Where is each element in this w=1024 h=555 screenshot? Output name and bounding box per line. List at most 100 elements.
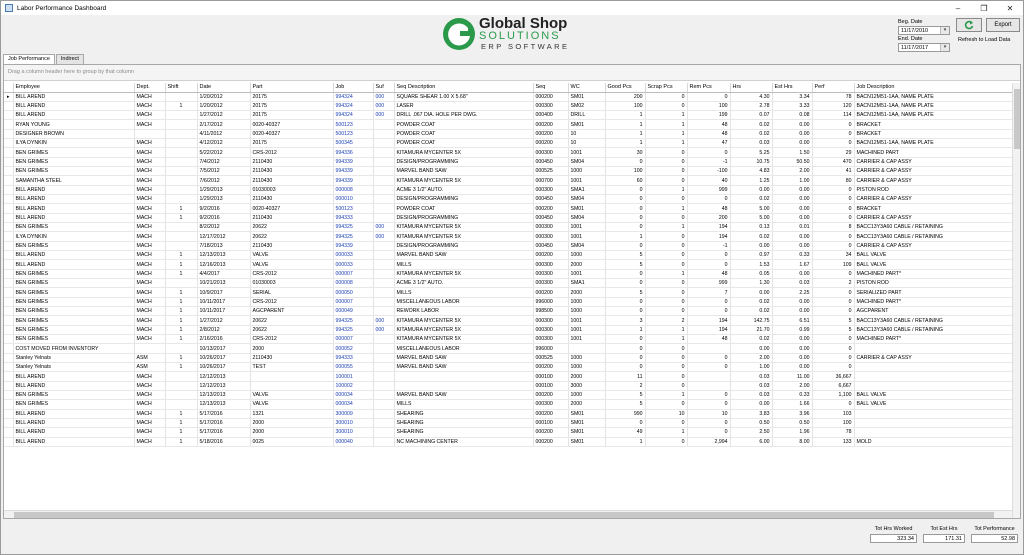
cell-dept[interactable]: MACH [134, 138, 166, 149]
cell-wc[interactable]: SM04 [568, 213, 606, 224]
column-header-employee[interactable]: Employee [13, 83, 135, 93]
cell-seq-description[interactable]: DESIGN/PROGRAMMING [394, 157, 534, 168]
cell-date[interactable]: 12/13/2013 [197, 390, 251, 401]
cell-dept[interactable]: MACH [134, 278, 166, 289]
cell-employee[interactable]: BEN GRIMES [13, 297, 135, 308]
cell-part[interactable]: 0020-40327 [250, 129, 334, 140]
cell-seq[interactable]: 000200 [533, 287, 569, 298]
cell-shift[interactable]: 1 [165, 250, 198, 261]
cell-employee[interactable]: BILL AREND [13, 92, 135, 102]
cell-job[interactable]: 000007 [333, 269, 374, 280]
cell-perf[interactable]: 103 [812, 409, 855, 420]
cell-seq-description[interactable]: KITAMURA MYCENTER 5X [394, 315, 534, 326]
cell-scrap-pcs[interactable]: 0 [645, 92, 688, 102]
cell-perf[interactable]: 0 [812, 334, 855, 345]
cell-date[interactable]: 12/16/2013 [197, 259, 251, 270]
cell-good-pcs[interactable]: 0 [605, 362, 646, 373]
cell-wc[interactable]: SM02 [568, 101, 606, 112]
cell-employee[interactable]: BILL AREND [13, 101, 135, 112]
cell-part[interactable]: VALVE [250, 399, 334, 410]
cell-job-description[interactable]: BRACKET [854, 129, 1013, 140]
cell-part[interactable]: 2110430 [250, 241, 334, 252]
cell-dept[interactable] [134, 343, 166, 354]
cell-dept[interactable]: MACH [134, 269, 166, 280]
cell-scrap-pcs[interactable]: 0 [645, 418, 688, 429]
cell-wc[interactable]: 1001 [568, 222, 606, 233]
cell-scrap-pcs[interactable]: 2 [645, 315, 688, 326]
cell-perf[interactable]: 78 [812, 427, 855, 438]
cell-dept[interactable]: MACH [134, 147, 166, 158]
cell-suf[interactable] [373, 157, 395, 168]
cell-rem-pcs[interactable] [687, 343, 731, 354]
row-indicator[interactable] [4, 147, 14, 158]
cell-shift[interactable]: 1 [165, 259, 198, 270]
cell-shift[interactable] [165, 343, 198, 354]
cell-hrs[interactable]: 0.03 [730, 138, 773, 149]
cell-job-description[interactable]: BACC13Y3A60 CABLE / RETAINING [854, 315, 1013, 326]
table-row[interactable]: BILL AREND MACH 1 5/17/2016 2000 300010 SHEARI… [4, 418, 1013, 429]
cell-seq-description[interactable]: SHEARING [394, 409, 534, 420]
row-indicator[interactable] [4, 334, 14, 345]
cell-rem-pcs[interactable]: 100 [687, 101, 731, 112]
cell-shift[interactable]: 1 [165, 437, 198, 447]
row-indicator[interactable] [4, 101, 14, 112]
cell-part[interactable]: 2000 [250, 343, 334, 354]
cell-part[interactable]: CRS-2012 [250, 334, 334, 345]
cell-dept[interactable]: MACH [134, 110, 166, 121]
cell-est-hrs[interactable]: 0.33 [772, 250, 813, 261]
cell-job-description[interactable]: BALL VALVE [854, 399, 1013, 410]
cell-job[interactable]: 000055 [333, 362, 374, 373]
cell-date[interactable]: 1/27/2012 [197, 110, 251, 121]
cell-part[interactable]: VALVE [250, 250, 334, 261]
cell-seq-description[interactable]: POWDER COAT [394, 119, 534, 130]
cell-rem-pcs[interactable]: 47 [687, 138, 731, 149]
cell-job-description[interactable]: MOLD [854, 437, 1013, 447]
cell-employee[interactable]: BEN GRIMES [13, 315, 135, 326]
cell-date[interactable]: 4/4/2017 [197, 269, 251, 280]
end-date-field[interactable]: 11/17/2017 ▾ [898, 43, 950, 52]
cell-job-description[interactable] [854, 371, 1013, 382]
cell-dept[interactable]: MACH [134, 92, 166, 102]
table-row[interactable]: BEN GRIMES MACH 1 1/27/2012 20622 994325 000 KI… [4, 315, 1013, 326]
column-header-seq-description[interactable]: Seq Description [394, 83, 534, 93]
cell-shift[interactable]: 1 [165, 203, 198, 214]
cell-rem-pcs[interactable]: 199 [687, 110, 731, 121]
row-indicator[interactable] [4, 119, 14, 130]
cell-hrs[interactable]: 5.00 [730, 203, 773, 214]
cell-est-hrs[interactable]: 0.08 [772, 110, 813, 121]
cell-seq-description[interactable]: REWORK LABOR [394, 306, 534, 317]
cell-good-pcs[interactable]: 11 [605, 371, 646, 382]
cell-rem-pcs[interactable]: 48 [687, 119, 731, 130]
row-indicator[interactable] [4, 362, 14, 373]
cell-employee[interactable]: ILYA DYNKIN [13, 138, 135, 149]
cell-wc[interactable]: 1000 [568, 353, 606, 364]
table-row[interactable]: BEN GRIMES MACH 1 2/16/2016 CRS-2012 000007 KI… [4, 334, 1013, 345]
cell-part[interactable]: VALVE [250, 390, 334, 401]
table-row[interactable]: ILYA DYNKIN MACH 4/12/2012 20175 500345 POWDE… [4, 138, 1013, 149]
cell-good-pcs[interactable]: 200 [605, 92, 646, 102]
cell-scrap-pcs[interactable]: 0 [645, 371, 688, 382]
cell-employee[interactable]: BEN GRIMES [13, 390, 135, 401]
row-indicator[interactable] [4, 110, 14, 121]
cell-rem-pcs[interactable]: 48 [687, 129, 731, 140]
cell-dept[interactable]: MACH [134, 418, 166, 429]
cell-employee[interactable]: BEN GRIMES [13, 157, 135, 168]
cell-shift[interactable]: 1 [165, 427, 198, 438]
cell-hrs[interactable]: 0.07 [730, 110, 773, 121]
cell-wc[interactable]: SM01 [568, 203, 606, 214]
cell-wc[interactable]: 1001 [568, 334, 606, 345]
cell-good-pcs[interactable]: 5 [605, 250, 646, 261]
cell-employee[interactable]: Stanley Yelnats [13, 362, 135, 373]
cell-wc[interactable]: 1000 [568, 306, 606, 317]
cell-seq[interactable]: 000300 [533, 185, 569, 196]
row-indicator[interactable] [4, 185, 14, 196]
cell-suf[interactable] [373, 213, 395, 224]
row-indicator[interactable] [4, 157, 14, 168]
cell-seq[interactable]: 996000 [533, 297, 569, 308]
cell-job-description[interactable]: BALL VALVE [854, 250, 1013, 261]
table-row[interactable]: BEN GRIMES MACH 5/22/2012 CRS-2012 994336 KIT… [4, 147, 1013, 158]
cell-wc[interactable]: SMA1 [568, 185, 606, 196]
cell-date[interactable]: 4/11/2012 [197, 129, 251, 140]
cell-date[interactable]: 5/17/2016 [197, 427, 251, 438]
cell-rem-pcs[interactable]: 0 [687, 259, 731, 270]
